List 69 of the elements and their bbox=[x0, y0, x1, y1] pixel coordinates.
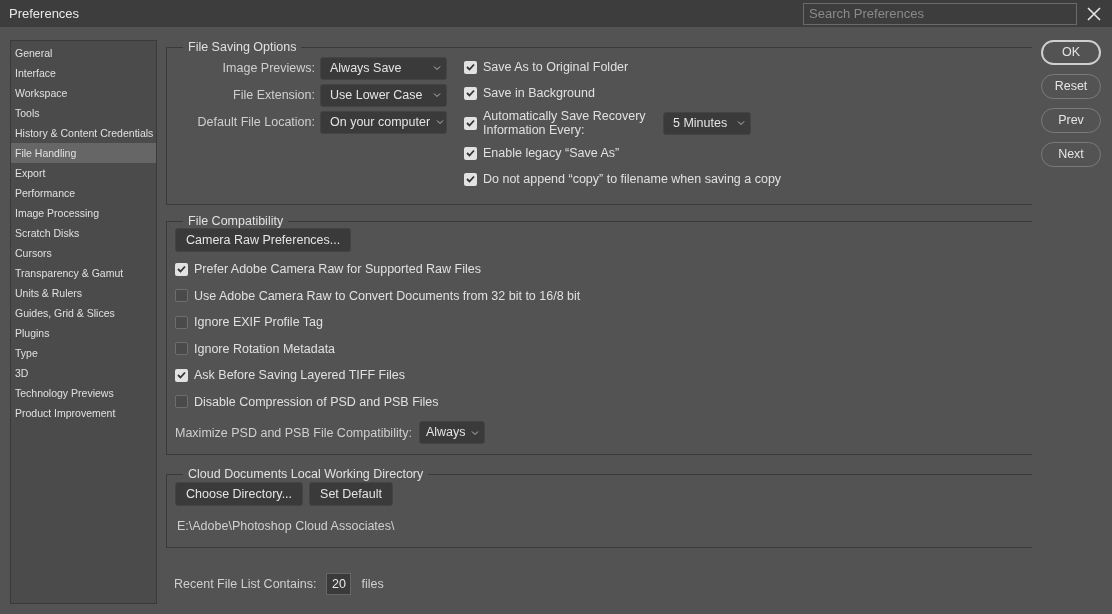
checkbox[interactable] bbox=[175, 289, 188, 303]
field-label: Maximize PSD and PSB File Compatibility: bbox=[175, 425, 412, 440]
checkbox-label: Do not append “copy” to filename when saving a copy bbox=[483, 172, 782, 186]
sidebar-item[interactable]: Workspace bbox=[11, 83, 156, 103]
dropdown[interactable]: 5 Minutes bbox=[663, 111, 751, 135]
checkbox-label: Save in Background bbox=[483, 86, 595, 100]
checkbox[interactable] bbox=[175, 368, 188, 382]
group-title: File Saving Options bbox=[187, 40, 298, 54]
directory-path: E:\Adobe\Photoshop Cloud Associates\ bbox=[177, 519, 396, 533]
checkbox-label: Enable legacy “Save As” bbox=[483, 146, 620, 160]
checkbox[interactable] bbox=[464, 172, 477, 186]
search-field[interactable]: Search Preferences bbox=[803, 2, 1077, 25]
sidebar-item[interactable]: Export bbox=[11, 163, 156, 183]
dropdown[interactable]: Always bbox=[418, 421, 486, 444]
sidebar-item[interactable]: Product Improvement bbox=[11, 403, 156, 423]
sidebar-item[interactable]: Units & Rulers bbox=[11, 283, 156, 303]
dialog-button[interactable]: OK bbox=[1041, 40, 1101, 65]
checkbox-label: Prefer Adobe Camera Raw for Supported Raw Files bbox=[194, 262, 481, 277]
checkbox[interactable] bbox=[175, 262, 188, 276]
number-field[interactable]: 20 bbox=[326, 573, 352, 595]
directory-button[interactable]: Choose Directory... bbox=[175, 482, 304, 506]
camera-raw-preferences-button[interactable]: Camera Raw Preferences... bbox=[175, 228, 352, 252]
checkbox[interactable] bbox=[464, 86, 477, 100]
dropdown[interactable]: On your computer bbox=[320, 110, 447, 134]
dropdown[interactable]: Always Save bbox=[320, 56, 447, 80]
field-label: Default File Location: bbox=[196, 113, 316, 131]
checkbox-label: Automatically Save Recovery Information Every: bbox=[483, 109, 647, 137]
sidebar-item[interactable]: Guides, Grid & Slices bbox=[11, 303, 156, 323]
chevron-icon bbox=[436, 119, 445, 125]
checkbox[interactable] bbox=[175, 342, 188, 356]
sidebar-item[interactable]: Tools bbox=[11, 103, 156, 123]
sidebar-item[interactable]: Performance bbox=[11, 183, 156, 203]
unit-label: files bbox=[361, 577, 384, 591]
checkbox[interactable] bbox=[464, 146, 477, 160]
checkbox-label: Ignore Rotation Metadata bbox=[194, 341, 336, 356]
chevron-icon bbox=[737, 120, 745, 126]
checkbox-label: Ignore EXIF Profile Tag bbox=[194, 315, 323, 330]
checkbox-label: Ask Before Saving Layered TIFF Files bbox=[194, 368, 405, 383]
chevron-icon bbox=[433, 92, 441, 98]
checkbox[interactable] bbox=[464, 60, 477, 74]
checkbox[interactable] bbox=[175, 315, 188, 329]
dropdown[interactable]: Use Lower Case bbox=[320, 83, 447, 107]
sidebar-item[interactable]: History & Content Credentials bbox=[11, 123, 156, 143]
window-title: Preferences bbox=[9, 4, 81, 23]
checkbox[interactable] bbox=[175, 395, 188, 409]
sidebar-item[interactable]: Image Processing bbox=[11, 203, 156, 223]
chevron-icon bbox=[433, 65, 441, 71]
group-title: File Compatibility bbox=[187, 214, 285, 228]
group-title: Cloud Documents Local Working Directory bbox=[187, 467, 425, 481]
checkbox-label: Use Adobe Camera Raw to Convert Documents from 32 bit to 16/8 bit bbox=[194, 288, 581, 303]
sidebar-item[interactable]: Technology Previews bbox=[11, 383, 156, 403]
checkbox-label: Disable Compression of PSD and PSB Files bbox=[194, 394, 439, 409]
close-icon[interactable] bbox=[1087, 6, 1101, 21]
checkbox-label: Save As to Original Folder bbox=[483, 60, 629, 74]
sidebar-item[interactable]: Transparency & Gamut bbox=[11, 263, 156, 283]
sidebar-item[interactable]: Cursors bbox=[11, 243, 156, 263]
sidebar-item[interactable]: Scratch Disks bbox=[11, 223, 156, 243]
sidebar-item[interactable]: Plugins bbox=[11, 323, 156, 343]
sidebar-item[interactable]: General bbox=[11, 43, 156, 63]
field-label: Image Previews: bbox=[221, 59, 316, 77]
sidebar-item[interactable]: Type bbox=[11, 343, 156, 363]
chevron-icon bbox=[471, 429, 480, 436]
sidebar-item[interactable]: Interface bbox=[11, 63, 156, 83]
sidebar-item[interactable]: File Handling bbox=[11, 143, 156, 163]
sidebar-item[interactable]: 3D bbox=[11, 363, 156, 383]
directory-button[interactable]: Set Default bbox=[309, 482, 393, 506]
field-label: Recent File List Contains: bbox=[174, 577, 317, 591]
field-label: File Extension: bbox=[232, 86, 316, 104]
checkbox[interactable] bbox=[464, 116, 477, 130]
